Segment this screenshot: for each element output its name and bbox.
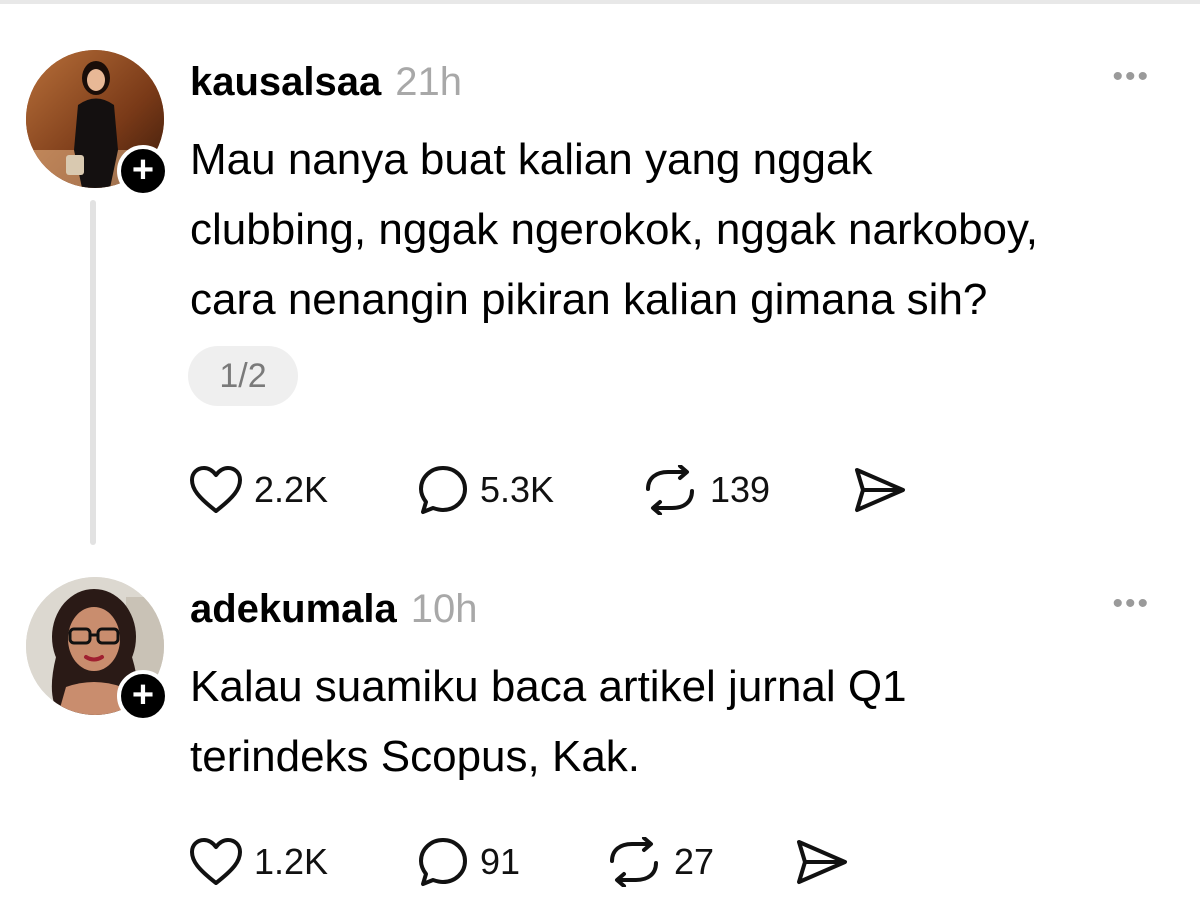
reply-button[interactable]: 91 [416, 832, 520, 892]
like-button[interactable]: 1.2K [188, 832, 328, 892]
thread-line [90, 200, 96, 545]
username-row: kausalsaa 21h [190, 60, 462, 105]
like-count: 1.2K [254, 841, 329, 882]
more-options-icon[interactable]: ••• [1112, 60, 1150, 94]
reply-button[interactable]: 5.3K [416, 460, 554, 520]
username[interactable]: adekumala [190, 587, 397, 631]
username-row: adekumala 10h [190, 587, 478, 632]
heart-icon [190, 838, 242, 885]
post-kausalsaa: + kausalsaa 21h ••• Mau nanya buat kalian… [0, 0, 1200, 550]
post-time: 10h [410, 587, 478, 631]
post-adekumala: + adekumala 10h ••• Kalau suamiku baca ar… [0, 560, 1200, 919]
repost-icon [646, 465, 694, 515]
post-time: 21h [395, 60, 463, 104]
heart-icon [190, 466, 242, 513]
follow-plus-icon[interactable]: + [117, 670, 169, 722]
send-icon [797, 840, 847, 884]
repost-count: 27 [674, 841, 715, 882]
repost-button[interactable]: 27 [604, 832, 714, 892]
more-options-icon[interactable]: ••• [1112, 587, 1150, 621]
share-button[interactable] [852, 460, 918, 520]
like-button[interactable]: 2.2K [188, 460, 328, 520]
post-text: Mau nanya buat kalian yang nggak clubbin… [190, 135, 1038, 324]
repost-icon [610, 837, 658, 887]
like-count: 2.2K [254, 469, 329, 510]
repost-button[interactable]: 139 [640, 460, 770, 520]
comment-icon [419, 838, 467, 886]
comment-icon [419, 466, 467, 514]
reply-count: 5.3K [480, 469, 555, 510]
share-button[interactable] [794, 832, 860, 892]
follow-plus-icon[interactable]: + [117, 145, 169, 197]
thread-pager[interactable]: 1/2 [188, 346, 298, 406]
send-icon [855, 468, 905, 512]
reply-count: 91 [480, 841, 521, 882]
repost-count: 139 [710, 469, 771, 510]
post-text: Kalau suamiku baca artikel jurnal Q1 ter… [190, 662, 907, 781]
username[interactable]: kausalsaa [190, 60, 381, 104]
